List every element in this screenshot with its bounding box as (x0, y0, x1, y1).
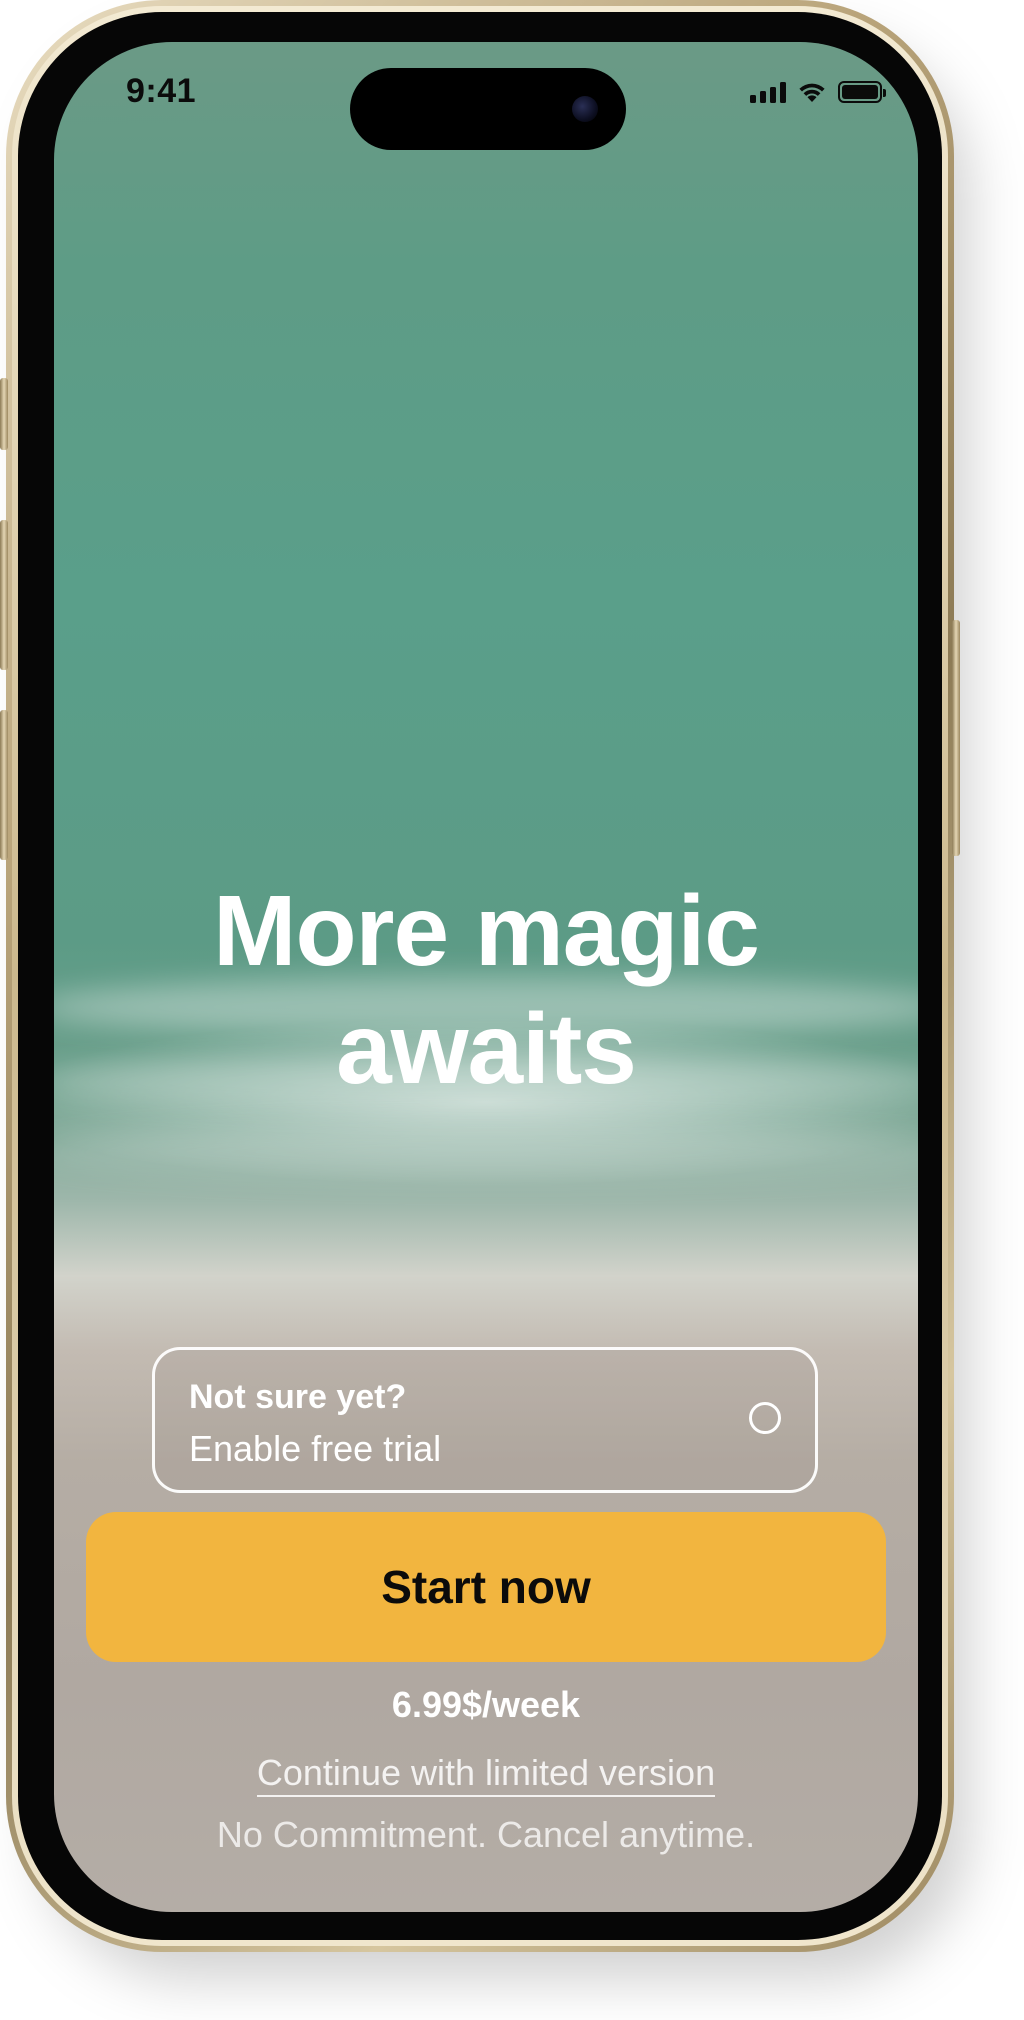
headline-line-2: awaits (336, 993, 637, 1105)
battery-level (842, 85, 878, 99)
cellular-signal-icon (750, 81, 786, 103)
device-mockup: 9:41 More magic awaits Not sure yet? Ena… (0, 0, 1024, 2020)
start-now-button[interactable]: Start now (86, 1512, 886, 1662)
headline-line-1: More magic (213, 875, 760, 987)
volume-up-button (0, 520, 8, 670)
trial-subtitle: Enable free trial (189, 1428, 442, 1469)
status-time: 9:41 (126, 72, 197, 110)
battery-icon (838, 81, 886, 103)
phone-frame: 9:41 More magic awaits Not sure yet? Ena… (6, 0, 954, 1952)
action-button (0, 378, 8, 450)
status-icons (750, 80, 886, 104)
camera-icon (572, 96, 598, 122)
power-button (952, 620, 960, 856)
trial-title: Not sure yet? (189, 1378, 407, 1416)
disclaimer-text: No Commitment. Cancel anytime. (216, 1814, 756, 1855)
app-screen: 9:41 More magic awaits Not sure yet? Ena… (54, 42, 918, 1912)
headline: More magic awaits (54, 872, 918, 1108)
dynamic-island (350, 68, 626, 150)
volume-down-button (0, 710, 8, 860)
radio-unchecked-icon[interactable] (749, 1402, 781, 1434)
free-trial-toggle[interactable]: Not sure yet? Enable free trial (152, 1347, 818, 1493)
price-label: 6.99$/week (391, 1684, 581, 1725)
wave-foam (54, 1122, 918, 1182)
continue-limited-label[interactable]: Continue with limited version (256, 1752, 716, 1797)
continue-limited-link[interactable]: Continue with limited version (54, 1752, 918, 1797)
wifi-icon (799, 83, 825, 102)
